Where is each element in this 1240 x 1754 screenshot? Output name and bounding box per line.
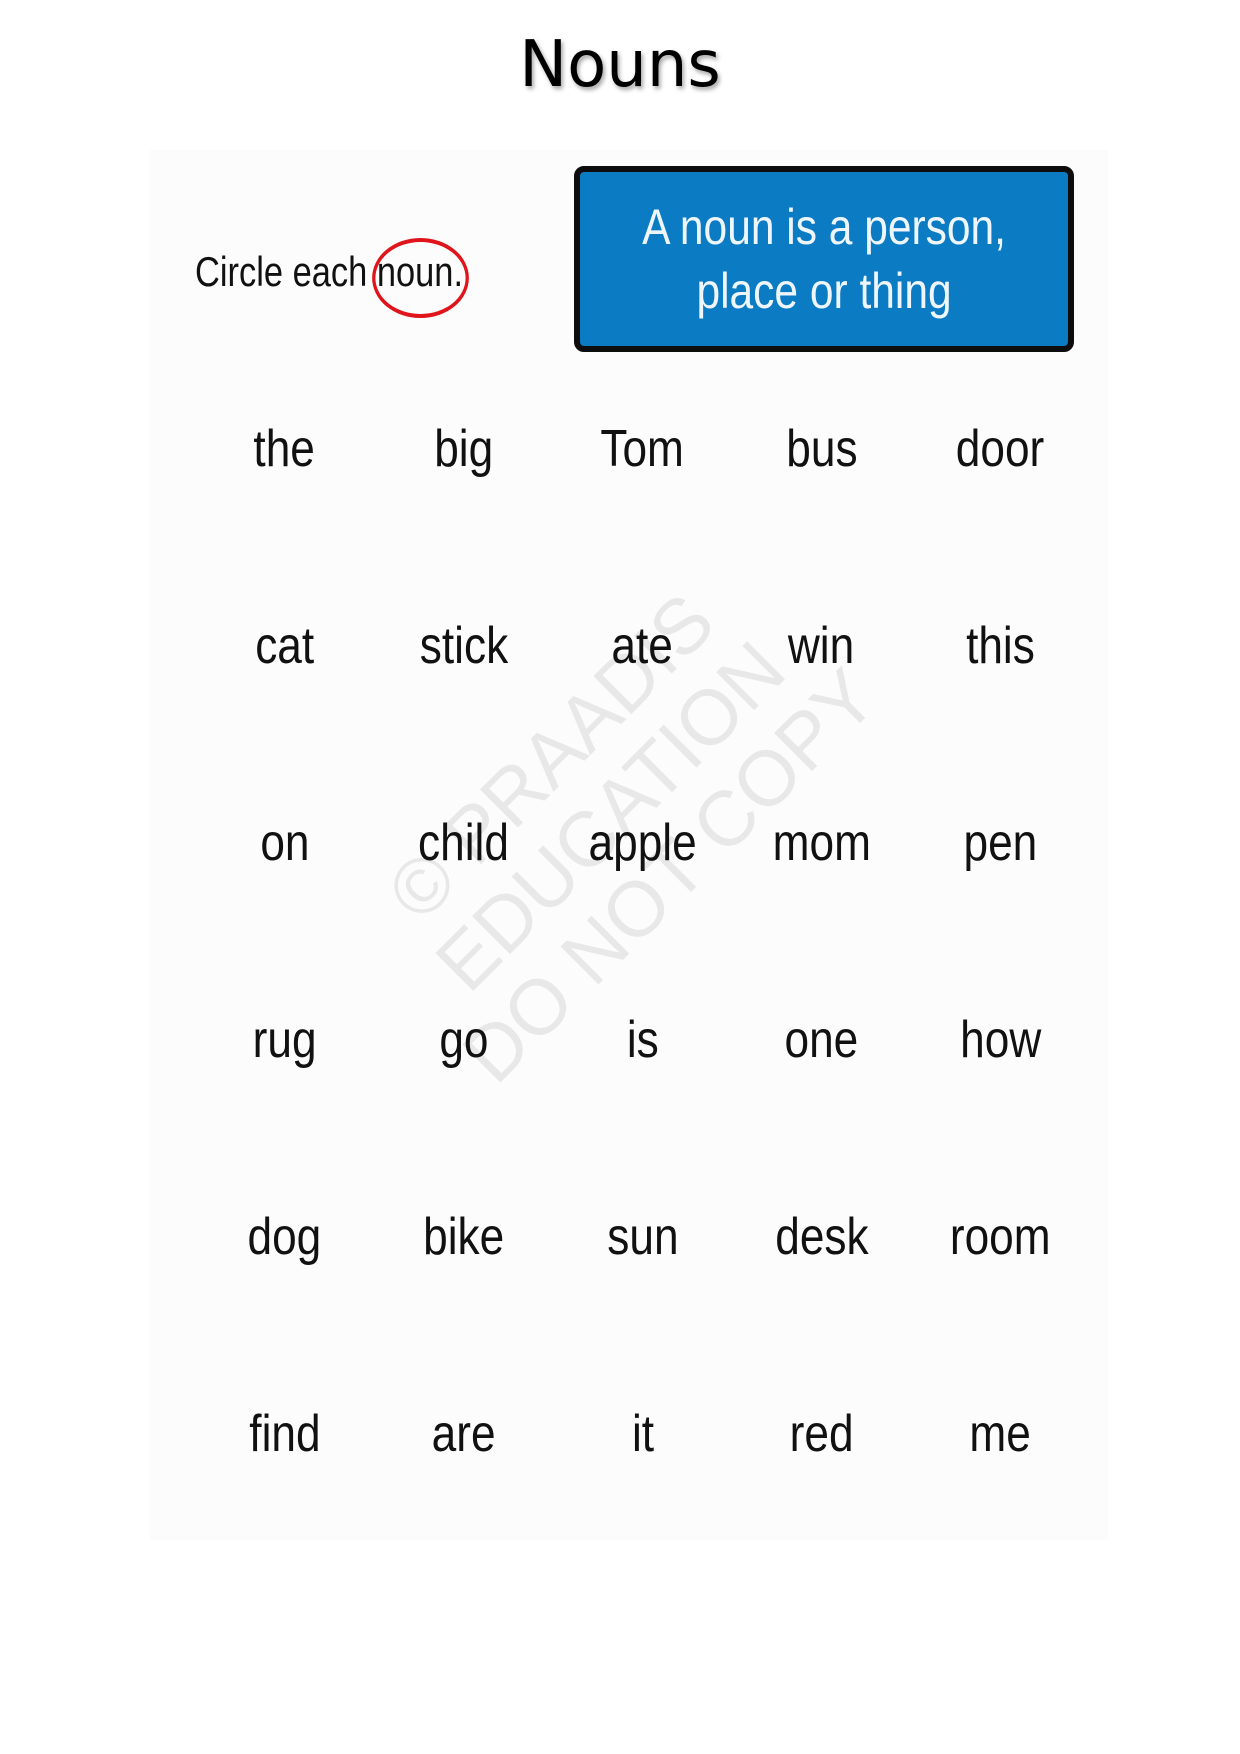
word-item[interactable]: red [732, 1404, 911, 1464]
instruction-text: Circle each [195, 248, 377, 295]
definition-line: place or thing [696, 263, 952, 319]
word-item[interactable]: door [911, 419, 1090, 479]
word-item[interactable]: rug [195, 1010, 374, 1070]
red-circle-icon [371, 238, 469, 318]
word-row: rug go is one how [195, 941, 1090, 1138]
word-item[interactable]: win [732, 616, 911, 676]
word-item[interactable]: how [911, 1010, 1090, 1070]
word-item[interactable]: dog [195, 1207, 374, 1267]
word-item[interactable]: the [195, 419, 374, 479]
word-item[interactable]: Tom [553, 419, 732, 479]
word-item[interactable]: is [553, 1010, 732, 1070]
instruction: Circle each noun. [195, 238, 469, 318]
word-item[interactable]: desk [732, 1207, 911, 1267]
word-item[interactable]: go [374, 1010, 553, 1070]
word-row: on child apple mom pen [195, 744, 1090, 941]
word-item[interactable]: it [553, 1404, 732, 1464]
word-item[interactable]: find [195, 1404, 374, 1464]
word-item[interactable]: cat [195, 616, 374, 676]
word-item[interactable]: ate [553, 616, 732, 676]
word-row: find are it red me [195, 1335, 1090, 1532]
word-item[interactable]: mom [732, 813, 911, 873]
word-item[interactable]: bus [732, 419, 911, 479]
word-item[interactable]: one [732, 1010, 911, 1070]
word-item[interactable]: pen [911, 813, 1090, 873]
word-row: dog bike sun desk room [195, 1138, 1090, 1335]
word-item[interactable]: on [195, 813, 374, 873]
word-item[interactable]: are [374, 1404, 553, 1464]
circled-example: noun. [371, 238, 469, 318]
word-item[interactable]: stick [374, 616, 553, 676]
word-item[interactable]: bike [374, 1207, 553, 1267]
definition-box: A noun is a person, place or thing [574, 166, 1074, 352]
word-grid: the big Tom bus door cat stick ate win t… [195, 350, 1090, 1532]
word-item[interactable]: me [911, 1404, 1090, 1464]
page-title: Nouns [519, 28, 721, 102]
word-item[interactable]: child [374, 813, 553, 873]
word-row: the big Tom bus door [195, 350, 1090, 547]
definition-line: A noun is a person, [642, 199, 1006, 255]
word-item[interactable]: sun [553, 1207, 732, 1267]
word-row: cat stick ate win this [195, 547, 1090, 744]
word-item[interactable]: big [374, 419, 553, 479]
worksheet: © PRAADIS EDUCATION DO NOT COPY Circle e… [150, 150, 1108, 1540]
word-item[interactable]: this [911, 616, 1090, 676]
word-item[interactable]: apple [553, 813, 732, 873]
word-item[interactable]: room [911, 1207, 1090, 1267]
